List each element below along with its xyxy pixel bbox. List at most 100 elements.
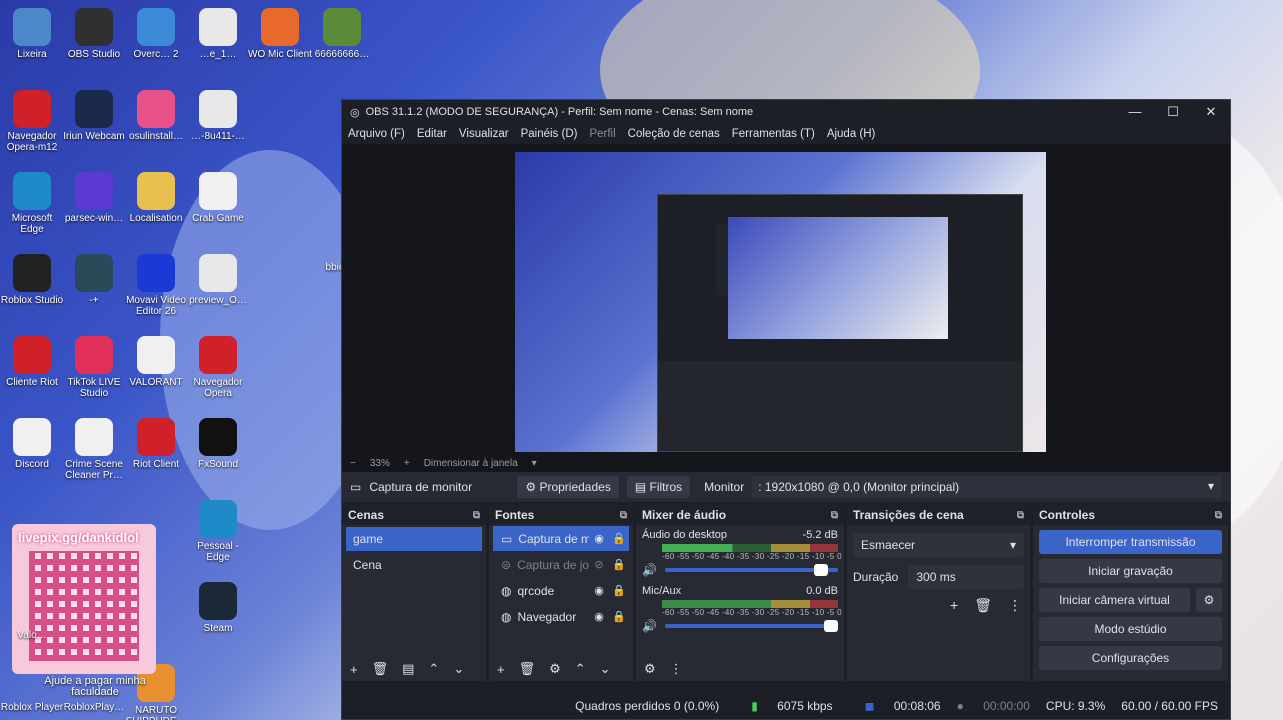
source-item[interactable]: ▭ Captura de m ◉ 🔒 [493,526,629,551]
lock-icon[interactable]: 🔒 [609,610,629,623]
speaker-icon[interactable]: 🔊 [642,619,657,633]
source-item[interactable]: ◍ qrcode ◉ 🔒 [493,578,629,603]
eye-icon[interactable]: ◉ [589,584,609,597]
menu-paineis[interactable]: Painéis (D) [521,128,578,140]
more-options-icon[interactable]: ⋮ [670,661,683,677]
desktop-icon[interactable]: Cliente Riot [0,336,64,388]
title-bar: ◎ OBS 31.1.2 (MODO DE SEGURANÇA) - Perfi… [342,100,1230,124]
desktop-icon[interactable]: Riot Client [124,418,188,470]
menu-ferramentas[interactable]: Ferramentas (T) [732,128,815,140]
undock-icon[interactable]: ⧉ [620,510,627,521]
undock-icon[interactable]: ⧉ [1215,510,1222,521]
desktop-icon[interactable]: Lixeira [0,8,64,60]
menu-ajuda[interactable]: Ajuda (H) [827,128,876,140]
studio-mode-button[interactable]: Modo estúdio [1039,617,1222,641]
settings-button[interactable]: Configurações [1039,646,1222,670]
gear-icon[interactable]: ⚙ [549,661,561,677]
eye-hidden-icon[interactable]: ⊘ [589,558,609,571]
filters-button[interactable]: ▤ Filtros [626,476,691,498]
lock-icon[interactable]: 🔒 [609,584,629,597]
desktop-icon[interactable]: VALORANT [124,336,188,388]
undock-icon[interactable]: ⧉ [473,510,480,521]
scale-mode-select[interactable]: Dimensionar à janela [424,458,518,469]
desktop-icon[interactable]: Microsoft Edge [0,172,64,235]
scene-item-cena[interactable]: Cena [346,553,482,577]
gear-icon[interactable]: ⚙ [1196,588,1222,612]
desktop-icon[interactable]: Valo… [0,630,64,641]
slider-knob[interactable] [813,564,828,576]
trash-icon[interactable]: 🗑 [974,597,992,614]
desktop-icon[interactable]: Iriun Webcam [62,90,126,142]
zoom-in-button[interactable]: + [404,458,410,469]
trash-icon[interactable]: 🗑 [372,661,389,677]
slider-knob[interactable] [824,620,838,632]
desktop-icon[interactable]: Roblox Studio [0,254,64,306]
add-icon[interactable]: + [497,662,505,677]
source-item[interactable]: ◍ Navegador ◉ 🔒 [493,604,629,629]
menu-arquivo[interactable]: Arquivo (F) [348,128,405,140]
desktop-icon[interactable]: Roblox Player [0,702,64,713]
desktop-icon[interactable]: WO Mic Client [248,8,312,60]
undock-icon[interactable]: ⧉ [831,510,838,521]
add-icon[interactable]: + [350,662,358,677]
eye-icon[interactable]: ◉ [589,610,609,623]
stop-streaming-button[interactable]: Interromper transmissão [1039,530,1222,554]
duration-input[interactable]: 300 ms [908,565,1024,589]
source-item[interactable]: ⊜ Captura de jog ⊘ 🔒 [493,552,629,577]
menu-visualizar[interactable]: Visualizar [459,128,509,140]
monitor-select[interactable]: : 1920x1080 @ 0,0 (Monitor principal) ▾ [752,476,1222,498]
desktop-icon[interactable]: parsec-win… [62,172,126,224]
desktop-icon[interactable]: Steam [186,582,250,634]
status-bar: Quadros perdidos 0 (0.0%) ▮ 6075 kbps ◼ … [342,693,1230,719]
more-options-icon[interactable]: ⋮ [1008,597,1022,614]
desktop-icon[interactable]: OBS Studio [62,8,126,60]
menu-colecao-cenas[interactable]: Coleção de cenas [628,128,720,140]
desktop-icon[interactable]: Discord [0,418,64,470]
desktop-icon[interactable]: TikTok LIVE Studio [62,336,126,399]
zoom-out-button[interactable]: − [350,458,356,469]
undock-icon[interactable]: ⧉ [1017,510,1024,521]
desktop-icon[interactable]: Navegador Opera [186,336,250,399]
preview-canvas[interactable] [515,152,1046,452]
desktop-icon[interactable]: …e_1… [186,8,250,60]
chevron-down-icon[interactable]: ▾ [532,458,537,469]
volume-slider[interactable] [664,564,838,576]
desktop-icon[interactable]: RobloxPlay… [62,702,126,713]
filter-icon[interactable]: ▤ [402,661,414,677]
trash-icon[interactable]: 🗑 [519,661,536,677]
lock-icon[interactable]: 🔒 [609,532,629,545]
desktop-icon[interactable]: -+ [62,254,126,306]
desktop-icon[interactable]: Crab Game [186,172,250,224]
desktop-icon[interactable]: …-8u411-… [186,90,250,142]
speaker-icon[interactable]: 🔊 [642,563,657,577]
desktop-icon[interactable]: 66666666… [310,8,374,60]
desktop-icon[interactable]: Localisation [124,172,188,224]
scene-item-game[interactable]: game [346,527,482,551]
desktop-icon[interactable]: Pessoal - Edge [186,500,250,563]
properties-button[interactable]: ⚙ Propriedades [517,476,619,498]
menu-editar[interactable]: Editar [417,128,447,140]
chevron-down-icon[interactable]: ⌄ [600,661,611,677]
volume-slider[interactable] [664,620,838,632]
lock-icon[interactable]: 🔒 [609,558,629,571]
desktop-icon[interactable]: Movavi Video Editor 26 [124,254,188,317]
chevron-down-icon[interactable]: ⌄ [453,661,464,677]
chevron-up-icon[interactable]: ⌃ [575,661,586,677]
desktop-icon[interactable]: Overc… 2 [124,8,188,60]
add-icon[interactable]: + [950,597,958,614]
start-recording-button[interactable]: Iniciar gravação [1039,559,1222,583]
menu-perfil[interactable]: Perfil [589,128,615,140]
start-virtual-camera-button[interactable]: Iniciar câmera virtual [1039,588,1190,612]
transition-select[interactable]: Esmaecer ▾ [853,533,1024,557]
desktop-icon[interactable]: preview_O… [186,254,250,306]
close-button[interactable]: ✕ [1192,104,1230,120]
desktop-icon[interactable]: Navegador Opera-m12 [0,90,64,153]
desktop-icon[interactable]: Crime Scene Cleaner Pr… [62,418,126,481]
chevron-up-icon[interactable]: ⌃ [428,661,439,677]
desktop-icon[interactable]: osulinstall… [124,90,188,142]
maximize-button[interactable]: ☐ [1154,104,1192,120]
desktop-icon[interactable]: FxSound [186,418,250,470]
advanced-audio-icon[interactable]: ⚙ [644,661,656,677]
eye-icon[interactable]: ◉ [589,532,609,545]
minimize-button[interactable]: — [1116,104,1154,120]
